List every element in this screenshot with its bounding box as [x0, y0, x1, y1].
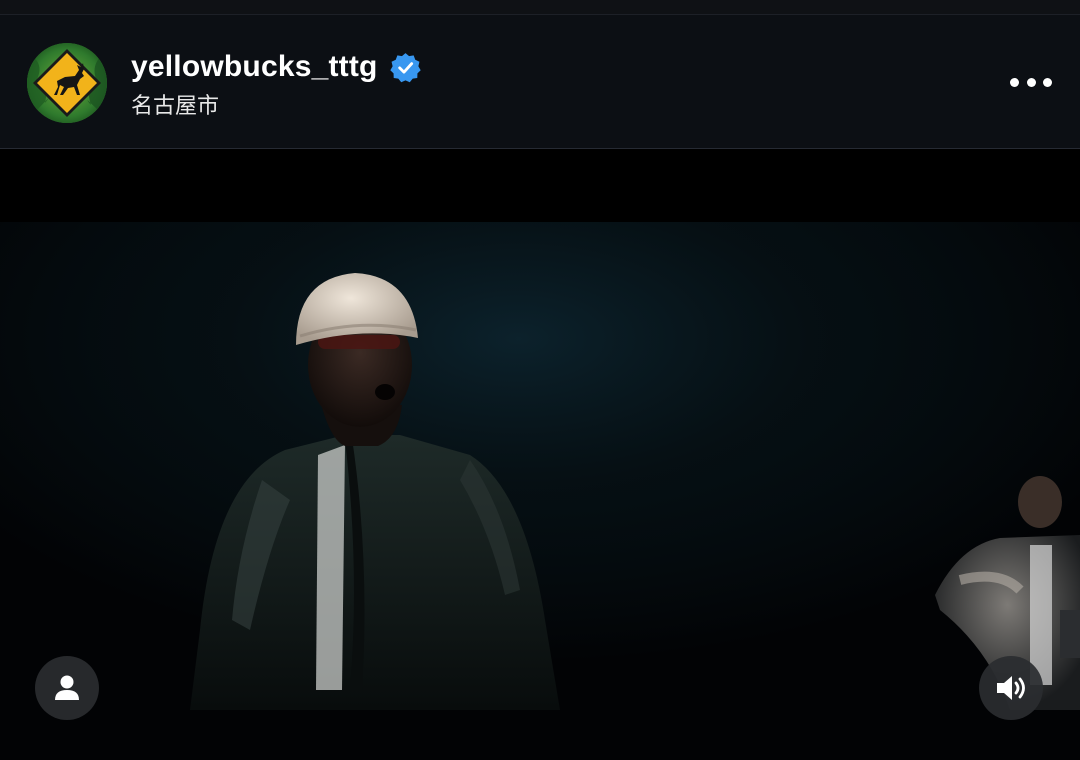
more-options-icon	[1010, 77, 1019, 87]
profile-avatar[interactable]	[27, 43, 107, 123]
deer-crossing-sign-icon	[27, 43, 107, 123]
more-options-button[interactable]	[1006, 65, 1056, 99]
video-frame	[0, 150, 1080, 760]
more-options-dot	[1043, 77, 1052, 87]
username-link[interactable]: yellowbucks_tttg	[131, 50, 378, 84]
post-header: yellowbucks_tttg 名古屋市	[0, 15, 1080, 149]
tag-people-button[interactable]	[35, 656, 99, 720]
top-strip	[0, 0, 1080, 15]
username-row: yellowbucks_tttg	[131, 47, 421, 87]
instagram-post: yellowbucks_tttg 名古屋市	[0, 0, 1080, 760]
speaker-sound-on-icon	[997, 676, 1025, 700]
user-tag-icon	[55, 675, 79, 700]
verified-badge-icon	[389, 52, 421, 83]
more-options-dot	[1026, 77, 1036, 87]
video-player[interactable]	[0, 150, 1080, 760]
audio-toggle-button[interactable]	[979, 656, 1043, 720]
location-link[interactable]: 名古屋市	[131, 88, 219, 120]
